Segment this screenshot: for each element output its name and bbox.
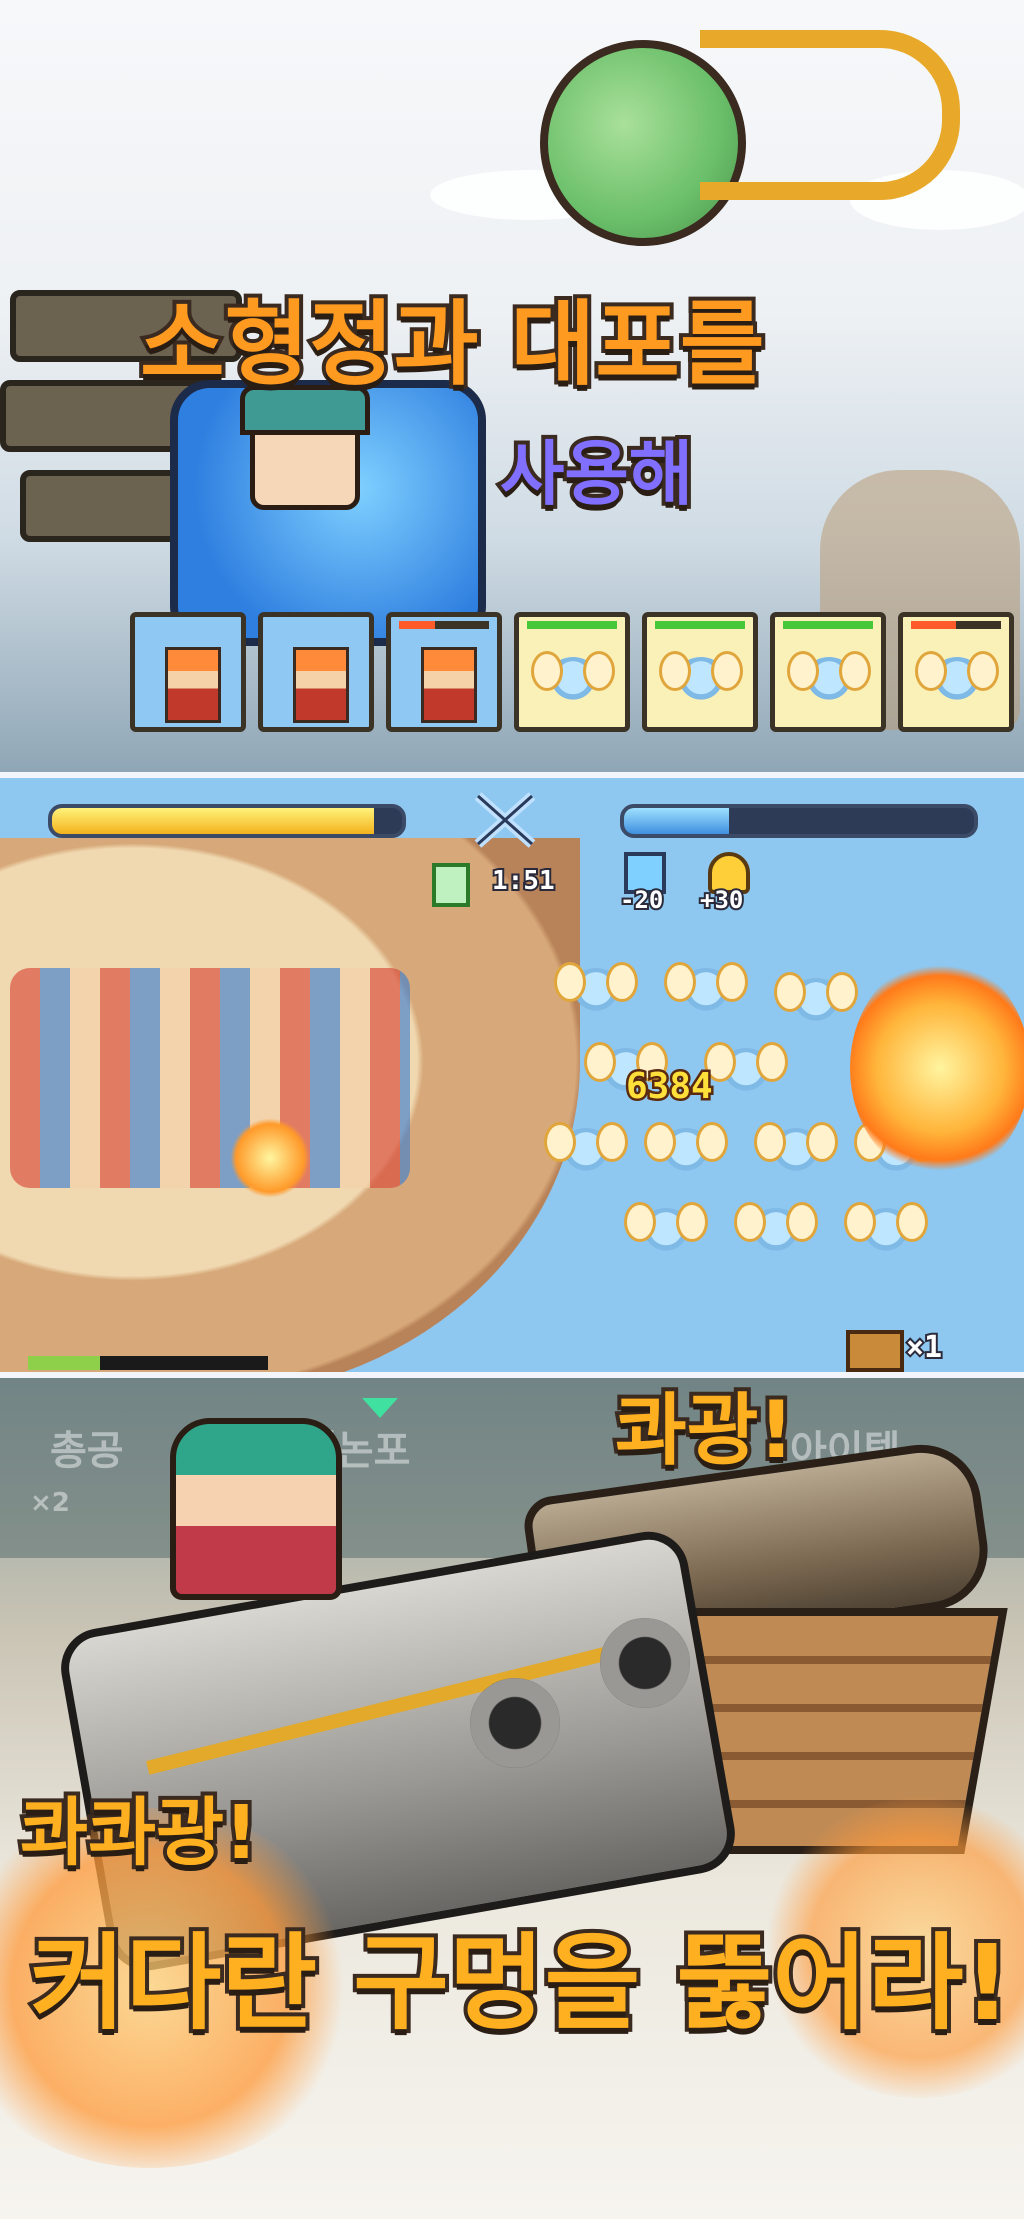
menu-item-all-attack: 총공 xyxy=(50,1428,124,1474)
headline-line2: 사용해 xyxy=(496,429,697,519)
cannon-panel: 총공 캐논포 아이템 ×2 콰광! 콰콰광! 커다란 구멍을 뚫어라! xyxy=(0,1378,1024,2219)
hud-slot-fairy[interactable] xyxy=(770,612,886,732)
gunboat-muzzle xyxy=(470,1678,560,1768)
slot-hp-bar xyxy=(655,621,745,629)
hud-slot-crew[interactable] xyxy=(130,612,246,732)
fairy-icon xyxy=(787,651,871,703)
stat-right-value: +30 xyxy=(698,884,745,916)
bottom-headline: 커다란 구멍을 뚫어라! xyxy=(26,1918,1015,2048)
explosion xyxy=(850,958,1024,1178)
sound-effect-top: 콰광! xyxy=(611,1382,798,1480)
gunboat-muzzle xyxy=(600,1618,690,1708)
hud-slot-crew[interactable] xyxy=(386,612,502,732)
pilot-character xyxy=(170,1418,342,1600)
damage-number: 6384 xyxy=(624,1064,716,1110)
enemy-fairy xyxy=(664,962,748,1014)
hourglass-icon xyxy=(432,863,470,907)
player-hp-bar xyxy=(48,804,406,838)
top-panel: 소형정과 대포를 사용해 xyxy=(0,0,1024,772)
enemy-fairy xyxy=(844,1202,928,1254)
slot-hp-bar xyxy=(911,621,1001,629)
enemy-fairy xyxy=(544,1122,628,1174)
treasure-chest-icon xyxy=(846,1330,904,1372)
hud-slot-fairy[interactable] xyxy=(898,612,1014,732)
hud-slot-crew[interactable] xyxy=(258,612,374,732)
stat-left-value: -20 xyxy=(618,884,665,916)
fairy-icon xyxy=(531,651,615,703)
battle-panel: 1:51 -20 +30 6384 ×1 xyxy=(0,772,1024,1378)
hud-slot-fairy[interactable] xyxy=(642,612,758,732)
battle-timer: 1:51 xyxy=(490,864,557,898)
chest-count: ×1 xyxy=(904,1328,944,1367)
enemy-fairy xyxy=(734,1202,818,1254)
slot-hp-bar xyxy=(783,621,873,629)
power-gauge xyxy=(28,1356,268,1370)
enemy-fairy xyxy=(624,1202,708,1254)
pink-crew-icon xyxy=(293,647,349,723)
orange-crew-icon xyxy=(421,647,477,723)
crew-group xyxy=(10,968,410,1188)
sound-effect-left: 콰콰광! xyxy=(16,1786,262,1880)
menu-counter: ×2 xyxy=(30,1488,70,1518)
slot-hp-bar xyxy=(399,621,489,629)
crossed-swords-icon xyxy=(470,790,540,850)
enemy-fairy xyxy=(704,1042,788,1094)
fairy-icon xyxy=(659,651,743,703)
hud-slot-fairy[interactable] xyxy=(514,612,630,732)
red-haired-crew-icon xyxy=(165,647,221,723)
fairy-icon xyxy=(915,651,999,703)
gold-frame xyxy=(700,30,960,200)
enemy-fairy xyxy=(644,1122,728,1174)
enemy-fairy xyxy=(754,1122,838,1174)
enemy-fairy xyxy=(554,962,638,1014)
headline-line1: 소형정과 대포를 xyxy=(136,287,769,402)
slot-hp-bar xyxy=(527,621,617,629)
enemy-hp-bar xyxy=(620,804,978,838)
cannon-fire xyxy=(230,1118,310,1198)
enemy-fairy xyxy=(774,972,858,1024)
selector-arrow-icon xyxy=(362,1398,398,1418)
